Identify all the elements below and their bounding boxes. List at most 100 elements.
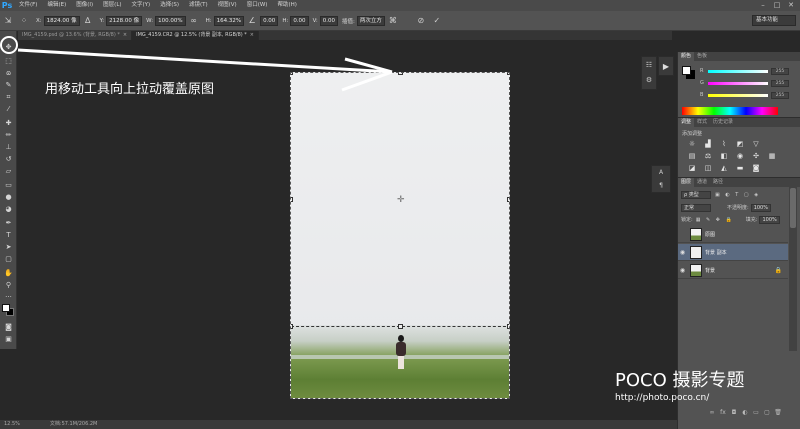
- tab-paths[interactable]: 路径: [710, 178, 726, 187]
- menu-layer[interactable]: 图层(L): [98, 0, 126, 11]
- levels-icon[interactable]: ▟: [702, 140, 714, 149]
- invert-icon[interactable]: ◪: [686, 164, 698, 173]
- tab-close-icon[interactable]: ×: [123, 32, 127, 38]
- tab-adjustments[interactable]: 调整: [678, 118, 695, 127]
- hue-saturation-icon[interactable]: ▤: [686, 152, 698, 161]
- x-field[interactable]: 1824.00 像: [43, 15, 80, 26]
- vibrance-icon[interactable]: ▽: [750, 140, 762, 149]
- tab-close-icon[interactable]: ×: [250, 32, 254, 38]
- play-icon[interactable]: ▶: [658, 56, 674, 76]
- minimize-icon[interactable]: –: [756, 0, 770, 11]
- layer-background[interactable]: ◉ 背景 🔒: [678, 262, 788, 279]
- hand-tool-icon[interactable]: ✋: [2, 268, 15, 278]
- reference-point-icon[interactable]: ⁘: [18, 15, 30, 27]
- b-value[interactable]: 255: [771, 91, 789, 99]
- fill-field[interactable]: 100%: [759, 215, 780, 224]
- menu-image[interactable]: 图像(I): [71, 0, 98, 11]
- channel-mixer-icon[interactable]: ✣: [750, 152, 762, 161]
- pen-tool-icon[interactable]: ✒: [2, 218, 15, 228]
- menu-file[interactable]: 文件(F): [14, 0, 42, 11]
- new-layer-icon[interactable]: ▢: [763, 409, 771, 417]
- eyedropper-tool-icon[interactable]: ⁄: [2, 104, 15, 114]
- healing-tool-icon[interactable]: ✚: [2, 118, 15, 128]
- menu-select[interactable]: 选择(S): [155, 0, 184, 11]
- interpolation-select[interactable]: 两次立方: [356, 15, 385, 26]
- character-icon[interactable]: A: [652, 166, 670, 179]
- menu-view[interactable]: 视图(V): [213, 0, 242, 11]
- h-field[interactable]: 164.32%: [213, 15, 245, 26]
- transform-handle[interactable]: [291, 324, 293, 329]
- actions-icon[interactable]: ⚙: [642, 73, 656, 87]
- gradient-map-icon[interactable]: ▬: [734, 164, 746, 173]
- quick-mask-icon[interactable]: ◙: [2, 322, 15, 332]
- transform-handle[interactable]: [291, 197, 293, 202]
- type-tool-icon[interactable]: T: [2, 230, 15, 240]
- more-tools-icon[interactable]: ···: [2, 292, 15, 302]
- tab-styles[interactable]: 样式: [694, 118, 710, 127]
- new-group-icon[interactable]: ▭: [752, 409, 760, 417]
- tab-history[interactable]: 历史记录: [710, 118, 736, 127]
- path-select-icon[interactable]: ➤: [2, 242, 15, 252]
- blur-tool-icon[interactable]: ●: [2, 192, 15, 202]
- menu-help[interactable]: 帮助(H): [272, 0, 301, 11]
- layer-original[interactable]: 原图: [678, 226, 788, 243]
- link-icon[interactable]: ∞: [188, 15, 200, 27]
- selective-color-icon[interactable]: ◙: [750, 164, 762, 173]
- curves-icon[interactable]: ⌇: [718, 140, 730, 149]
- transform-handle[interactable]: [507, 73, 509, 75]
- quick-select-tool-icon[interactable]: ✎: [2, 80, 15, 90]
- zoom-level[interactable]: 12.5%: [4, 420, 20, 429]
- y-field[interactable]: 2128.00 像: [106, 15, 143, 26]
- tab-color[interactable]: 颜色: [678, 52, 695, 61]
- shape-tool-icon[interactable]: ▢: [2, 254, 15, 264]
- warp-mode-icon[interactable]: ⌘: [387, 15, 399, 27]
- transform-center-icon[interactable]: ✛: [397, 195, 405, 205]
- color-spectrum[interactable]: [682, 107, 778, 115]
- kind-filter-select[interactable]: ρ 类型: [681, 190, 711, 199]
- menu-edit[interactable]: 编辑(E): [42, 0, 71, 11]
- zoom-tool-icon[interactable]: ⚲: [2, 280, 15, 290]
- crop-tool-icon[interactable]: ⌗: [2, 92, 15, 102]
- add-mask-icon[interactable]: ◘: [730, 409, 738, 417]
- menu-type[interactable]: 文字(Y): [127, 0, 156, 11]
- tab-cr2[interactable]: IMG_4159.CR2 @ 12.5% (背景 副本, RGB/8) * ×: [132, 31, 259, 40]
- opacity-field[interactable]: 100%: [750, 203, 771, 212]
- move-tool-preset-icon[interactable]: ⇲: [2, 15, 14, 27]
- blend-mode-select[interactable]: 正常: [681, 203, 711, 212]
- brightness-icon[interactable]: ☼: [686, 140, 698, 149]
- exposure-icon[interactable]: ◩: [734, 140, 746, 149]
- vskew-field[interactable]: 0.00: [319, 15, 338, 26]
- document-canvas[interactable]: ✛: [290, 72, 510, 399]
- eraser-tool-icon[interactable]: ▱: [2, 166, 15, 176]
- trash-icon[interactable]: 🗑: [774, 409, 782, 417]
- gradient-tool-icon[interactable]: ▭: [2, 180, 15, 190]
- screen-mode-icon[interactable]: ▣: [2, 334, 15, 344]
- lasso-tool-icon[interactable]: ɷ: [2, 68, 15, 78]
- threshold-icon[interactable]: ◭: [718, 164, 730, 173]
- new-adjustment-icon[interactable]: ◐: [741, 409, 749, 417]
- transform-handle[interactable]: [398, 73, 403, 75]
- paragraph-icon[interactable]: ¶: [652, 179, 670, 192]
- stamp-tool-icon[interactable]: ⊥: [2, 142, 15, 152]
- workspace-select[interactable]: 基本功能: [752, 15, 796, 26]
- menu-window[interactable]: 窗口(W): [242, 0, 273, 11]
- tab-layers[interactable]: 图层: [678, 178, 695, 187]
- w-field[interactable]: 100.00%: [155, 15, 186, 26]
- black-white-icon[interactable]: ◧: [718, 152, 730, 161]
- lock-icons[interactable]: ▦ ✎ ✥ 🔒: [696, 217, 734, 223]
- transform-handle[interactable]: [291, 73, 293, 75]
- move-tool-icon[interactable]: ✥: [2, 42, 15, 52]
- tab-channels[interactable]: 通道: [694, 178, 710, 187]
- g-value[interactable]: 255: [771, 79, 789, 87]
- maximize-icon[interactable]: □: [770, 0, 784, 11]
- color-balance-icon[interactable]: ⚖: [702, 152, 714, 161]
- close-icon[interactable]: ✕: [784, 0, 798, 11]
- angle-field[interactable]: 0.00: [260, 15, 279, 26]
- menu-filter[interactable]: 滤镜(T): [184, 0, 213, 11]
- color-lookup-icon[interactable]: ▦: [766, 152, 778, 161]
- transform-handle[interactable]: [507, 197, 509, 202]
- dodge-tool-icon[interactable]: ◕: [2, 204, 15, 214]
- history-icon[interactable]: ☷: [642, 58, 656, 72]
- eye-icon[interactable]: ◉: [678, 249, 687, 256]
- r-value[interactable]: 255: [771, 67, 789, 75]
